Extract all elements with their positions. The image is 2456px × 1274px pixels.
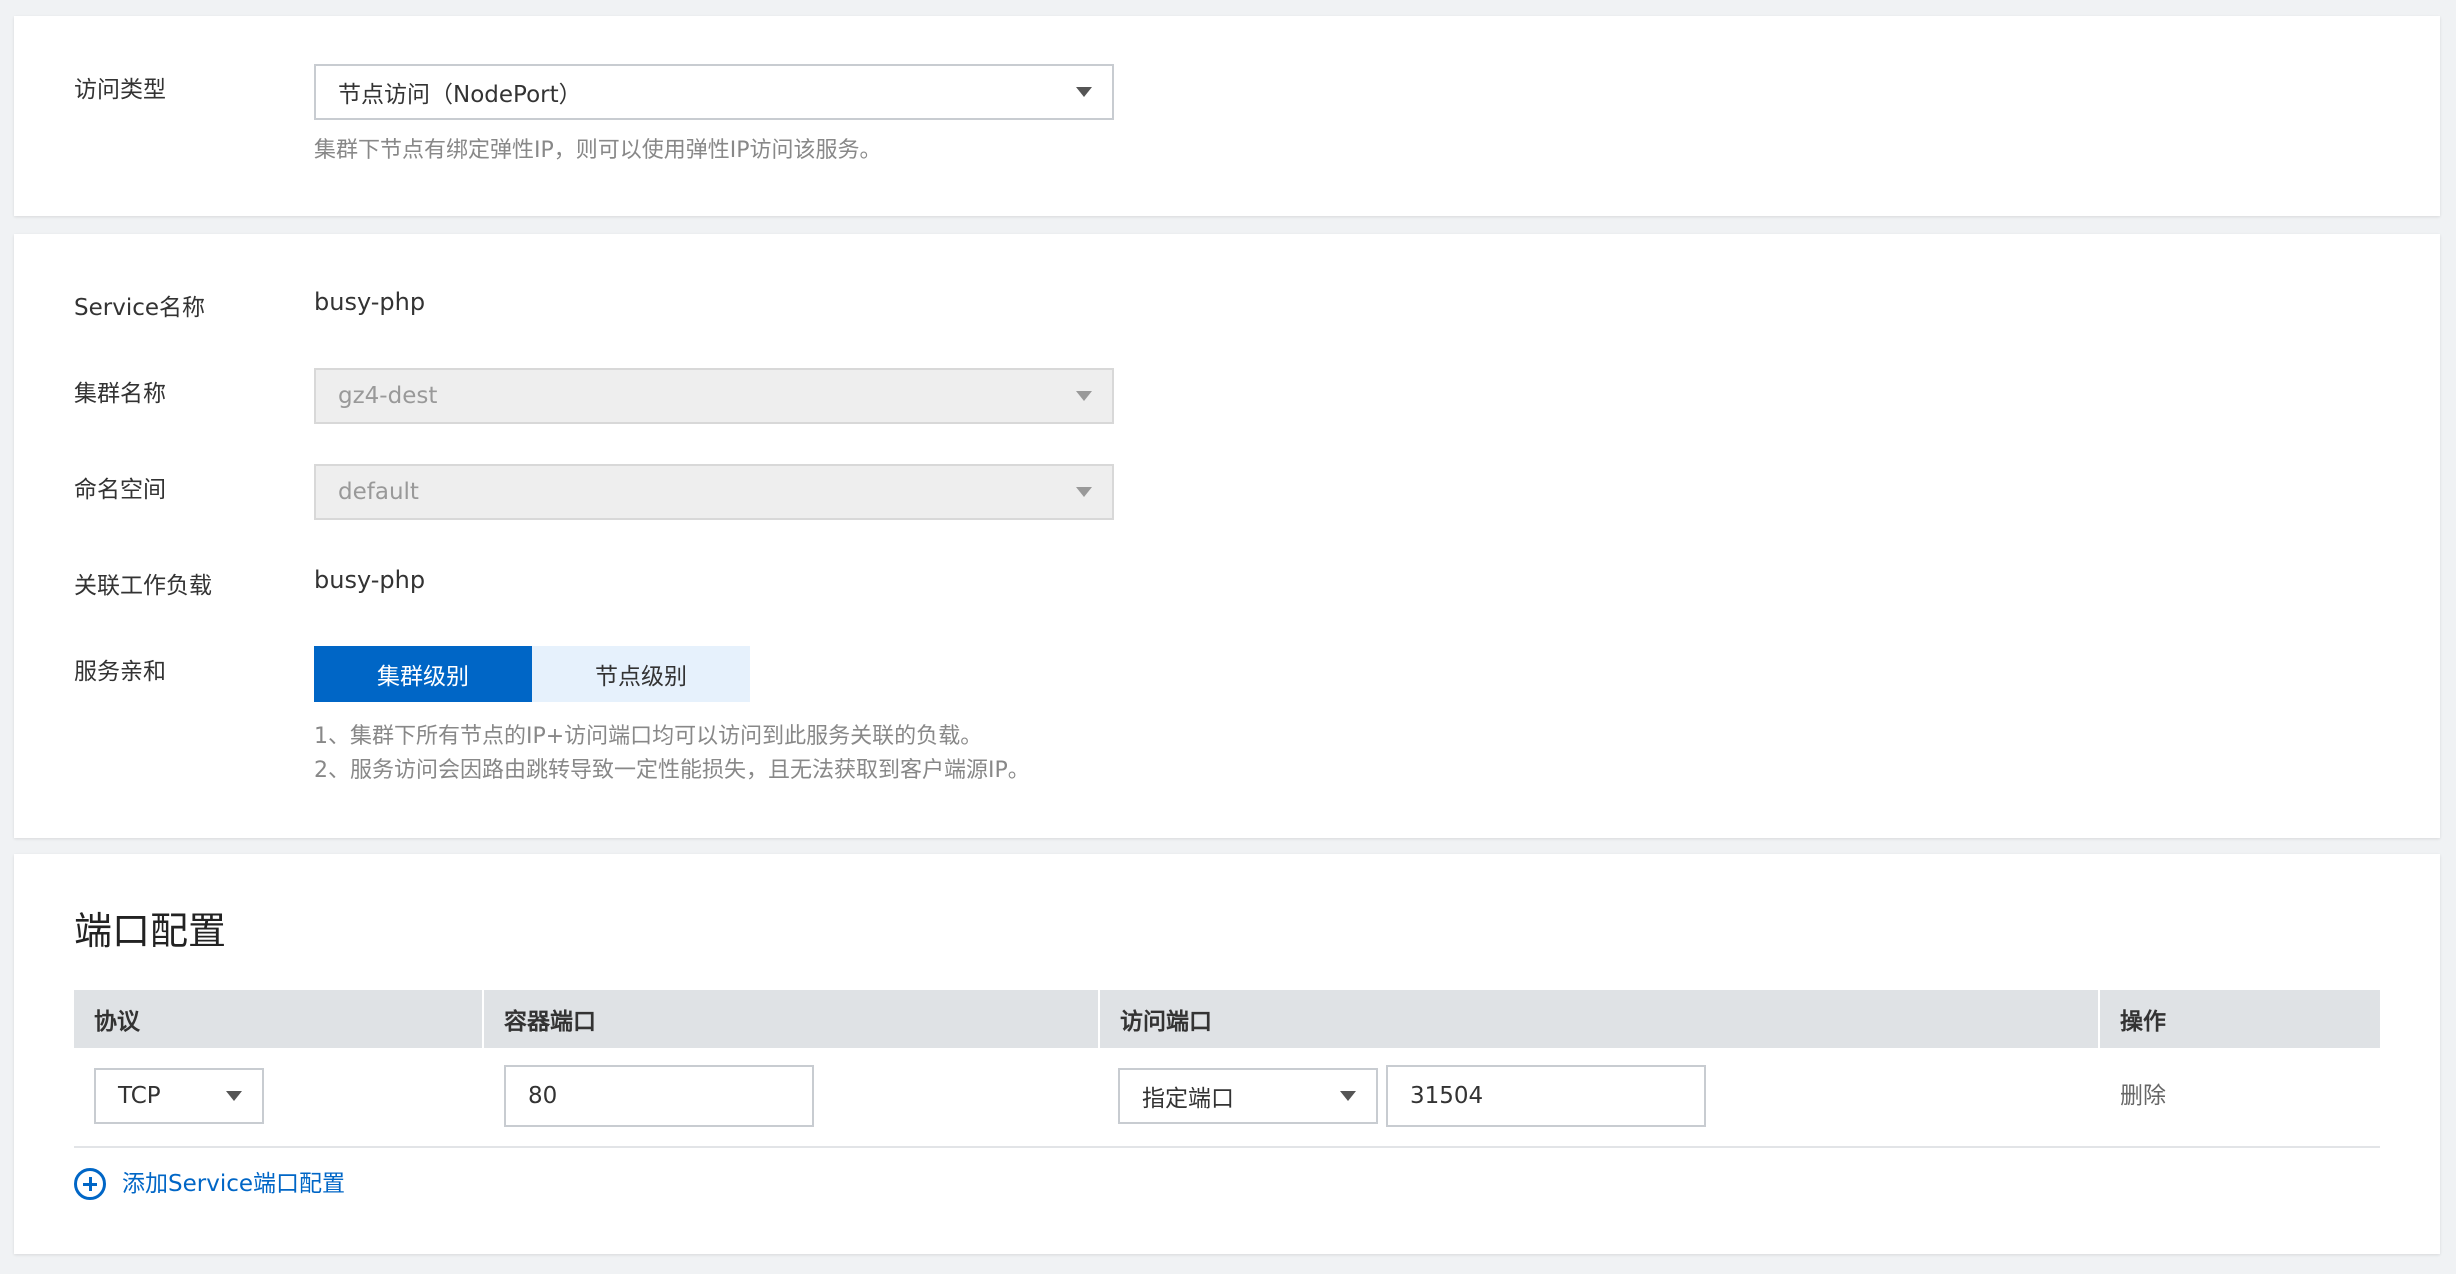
caret-down-icon	[1076, 87, 1092, 97]
namespace-value: default	[338, 479, 419, 505]
namespace-select: default	[314, 464, 1114, 520]
delete-button[interactable]: 删除	[2120, 1080, 2166, 1112]
workload-label: 关联工作负载	[74, 573, 212, 599]
caret-down-icon	[1340, 1091, 1356, 1101]
port-config-title: 端口配置	[74, 909, 227, 953]
access-type-value: 节点访问（NodePort）	[338, 82, 582, 108]
add-port-button[interactable]: 添加Service端口配置	[122, 1168, 345, 1200]
access-type-hint: 集群下节点有绑定弹性IP，则可以使用弹性IP访问该服务。	[314, 138, 882, 163]
access-type-select[interactable]: 节点访问（NodePort）	[314, 64, 1114, 120]
plus-circle-icon[interactable]	[74, 1168, 106, 1200]
affinity-hint-1: 1、集群下所有节点的IP+访问端口均可以访问到此服务关联的负载。	[314, 724, 983, 749]
affinity-option-node[interactable]: 节点级别	[532, 646, 750, 702]
affinity-hint-2: 2、服务访问会因路由跳转导致一定性能损失，且无法获取到客户端源IP。	[314, 758, 1030, 783]
row-divider	[74, 1146, 2380, 1148]
caret-down-icon	[226, 1091, 242, 1101]
affinity-option-cluster[interactable]: 集群级别	[314, 646, 532, 702]
cluster-name-value: gz4-dest	[338, 383, 438, 409]
access-port-mode-value: 指定端口	[1142, 1086, 1234, 1112]
caret-down-icon	[1076, 487, 1092, 497]
column-header-action: 操作	[2120, 1009, 2166, 1035]
affinity-label: 服务亲和	[74, 659, 166, 685]
access-port-input[interactable]: 31504	[1386, 1065, 1706, 1127]
protocol-value: TCP	[118, 1083, 161, 1109]
access-port-mode-select[interactable]: 指定端口	[1118, 1068, 1378, 1124]
service-name-value: busy-php	[314, 288, 426, 316]
service-settings-card: Service名称 busy-php 集群名称 gz4-dest 命名空间 de…	[14, 234, 2440, 838]
access-type-label: 访问类型	[74, 77, 166, 103]
workload-value: busy-php	[314, 566, 426, 594]
namespace-label: 命名空间	[74, 477, 166, 503]
column-header-protocol: 协议	[94, 1009, 140, 1035]
container-port-input[interactable]: 80	[504, 1065, 814, 1127]
cluster-name-select: gz4-dest	[314, 368, 1114, 424]
protocol-select[interactable]: TCP	[94, 1068, 264, 1124]
caret-down-icon	[1076, 391, 1092, 401]
column-header-access-port: 访问端口	[1120, 1009, 1212, 1035]
container-port-value: 80	[528, 1083, 558, 1109]
port-config-card: 端口配置 协议 容器端口 访问端口 操作 TCP 80 指定端口 31504 删…	[14, 854, 2440, 1254]
service-name-label: Service名称	[74, 295, 206, 321]
access-port-value: 31504	[1410, 1083, 1484, 1109]
port-table-header: 协议 容器端口 访问端口 操作	[74, 990, 2380, 1048]
cluster-name-label: 集群名称	[74, 381, 166, 407]
access-type-card: 访问类型 节点访问（NodePort） 集群下节点有绑定弹性IP，则可以使用弹性…	[14, 16, 2440, 216]
column-header-container-port: 容器端口	[504, 1009, 596, 1035]
